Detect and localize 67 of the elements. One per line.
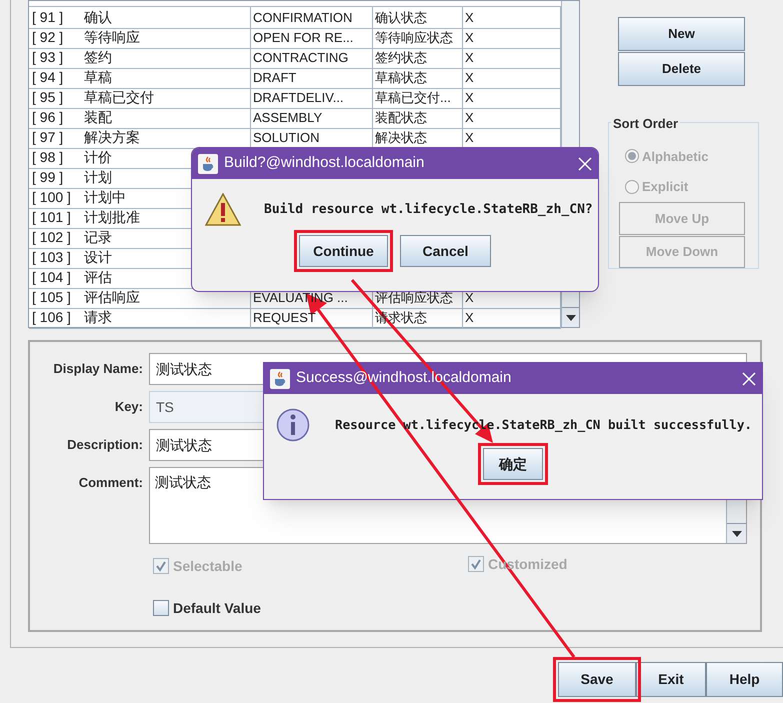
checkbox-label: Selectable (173, 556, 242, 576)
table-cell-text: OPEN FOR RE... (253, 28, 354, 47)
table-cell-text: 请求 (84, 308, 112, 327)
table-cell-text: 签约 (84, 48, 112, 67)
table-cell-text: 草稿已交付... (375, 88, 451, 107)
table-cell-text: 装配 (84, 108, 112, 127)
field-label: Description: (66, 436, 143, 454)
table-cell-text: X (465, 88, 474, 107)
dialog-message: Build resource wt.lifecycle.StateRB_zh_CN? (264, 200, 593, 219)
table-cell-text: 确认状态 (375, 8, 427, 27)
table-cell-text: REQUEST (253, 308, 316, 327)
row-index: [ 102 ] (32, 228, 72, 247)
table-cell-text: 装配状态 (375, 108, 427, 127)
row-index: [ 105 ] (32, 288, 72, 307)
field-label: Comment: (78, 474, 143, 492)
row-index: [ 93 ] (32, 48, 64, 67)
table-cell-text: 计划中 (84, 188, 126, 207)
table-cell-text: DRAFT (253, 68, 296, 87)
table-cell-text: X (465, 8, 474, 27)
table-cell-text: 等待响应 (84, 28, 140, 47)
table-cell-text: 设计 (84, 248, 112, 267)
table-cell-text: 草稿状态 (375, 68, 427, 87)
table-cell-text: ASSEMBLY (253, 108, 322, 127)
radio-label: Explicit (642, 178, 688, 196)
table-cell-text: X (465, 28, 474, 47)
table-cell-text: 评估响应 (84, 288, 140, 307)
table-cell-text: CONTRACTING (253, 48, 348, 67)
table-cell-text: 计价 (84, 148, 112, 167)
table-cell-text: 计划批准 (84, 208, 140, 227)
table-cell-text: X (465, 108, 474, 127)
row-index: [ 96 ] (32, 108, 64, 127)
row-index: [ 104 ] (32, 268, 72, 287)
dialog-title: Build?@windhost.localdomain (224, 153, 426, 174)
table-cell-text: 签约状态 (375, 48, 427, 67)
row-index: [ 106 ] (32, 308, 72, 327)
table-cell-text: 评估 (84, 268, 112, 287)
table-cell-text: X (465, 128, 474, 147)
table-cell-text: 确认 (84, 8, 112, 27)
row-index: [ 103 ] (32, 248, 72, 267)
table-cell-text: 解决状态 (375, 128, 427, 147)
row-index: [ 99 ] (32, 168, 64, 187)
row-index: [ 91 ] (32, 8, 64, 27)
checkbox-label: Default Value (173, 598, 261, 618)
radio-label: Alphabetic (642, 148, 708, 166)
table-cell-text: 草稿 (84, 68, 112, 87)
table-cell-text: SOLUTION (253, 128, 320, 147)
field-label: Display Name: (52, 360, 143, 378)
table-cell-text: X (465, 48, 474, 67)
row-index: [ 97 ] (32, 128, 64, 147)
table-cell-text: 解决方案 (84, 128, 140, 147)
table-cell-text: 计划 (84, 168, 112, 187)
table-cell-text: 草稿已交付 (84, 88, 154, 107)
field-label: Key: (114, 398, 143, 416)
table-cell-text: X (465, 288, 474, 307)
row-index: [ 92 ] (32, 28, 64, 47)
row-index: [ 94 ] (32, 68, 64, 87)
row-index: [ 98 ] (32, 148, 64, 167)
table-cell-text: 记录 (84, 228, 112, 247)
table-cell-text: 等待响应状态 (375, 28, 453, 47)
table-cell-text: X (465, 308, 474, 327)
row-index: [ 95 ] (32, 88, 64, 107)
table-cell-text: CONFIRMATION (253, 8, 352, 27)
table-cell-text: X (465, 68, 474, 87)
row-index: [ 100 ] (32, 188, 72, 207)
row-index: [ 101 ] (32, 208, 72, 227)
table-cell-text: DRAFTDELIV... (253, 88, 344, 107)
table-cell-text: 评估响应状态 (375, 288, 453, 307)
